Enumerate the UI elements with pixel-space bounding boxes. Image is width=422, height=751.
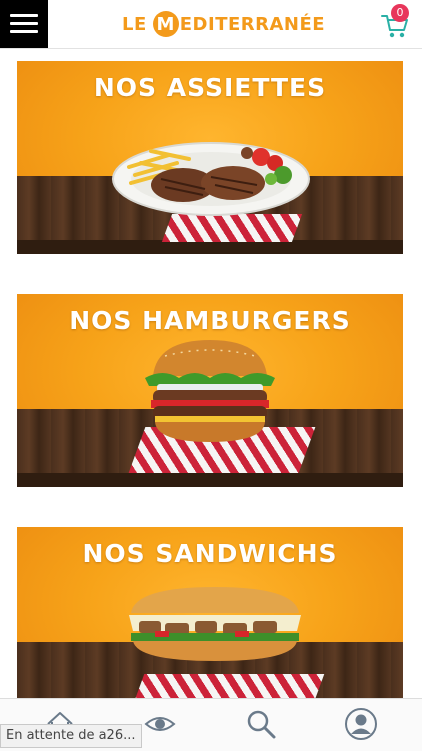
category-title: NOS HAMBURGERS	[69, 306, 351, 335]
menu-bar-icon	[10, 14, 38, 17]
browser-status-tooltip: En attente de a26...	[0, 724, 142, 748]
logo-m-icon: M	[152, 11, 179, 37]
eye-icon[interactable]	[143, 707, 177, 741]
hamburger-image	[145, 340, 275, 442]
hamburger-menu-button[interactable]	[0, 0, 48, 48]
table-edge	[17, 240, 403, 254]
table-edge	[17, 473, 403, 487]
search-icon[interactable]	[244, 707, 278, 741]
brand-logo[interactable]: LE M EDITERRANÉE	[122, 10, 325, 38]
category-title: NOS ASSIETTES	[93, 73, 327, 102]
plate-image	[112, 142, 310, 216]
menu-bar-icon	[10, 30, 38, 33]
checkered-cloth	[161, 214, 303, 242]
logo-prefix: LE	[122, 13, 147, 35]
category-title: NOS SANDWICHS	[82, 539, 338, 568]
logo-suffix: EDITERRANÉE	[179, 13, 326, 35]
menu-bar-icon	[10, 22, 38, 25]
app-header: LE M EDITERRANÉE 0	[0, 0, 422, 49]
cart-count-badge: 0	[391, 4, 409, 22]
account-icon[interactable]	[344, 707, 378, 741]
category-banner-sandwichs[interactable]: NOS SANDWICHS	[17, 527, 403, 720]
sandwich-image	[129, 587, 301, 661]
category-banner-assiettes[interactable]: NOS ASSIETTES	[17, 61, 403, 254]
category-banner-hamburgers[interactable]: NOS HAMBURGERS	[17, 294, 403, 487]
